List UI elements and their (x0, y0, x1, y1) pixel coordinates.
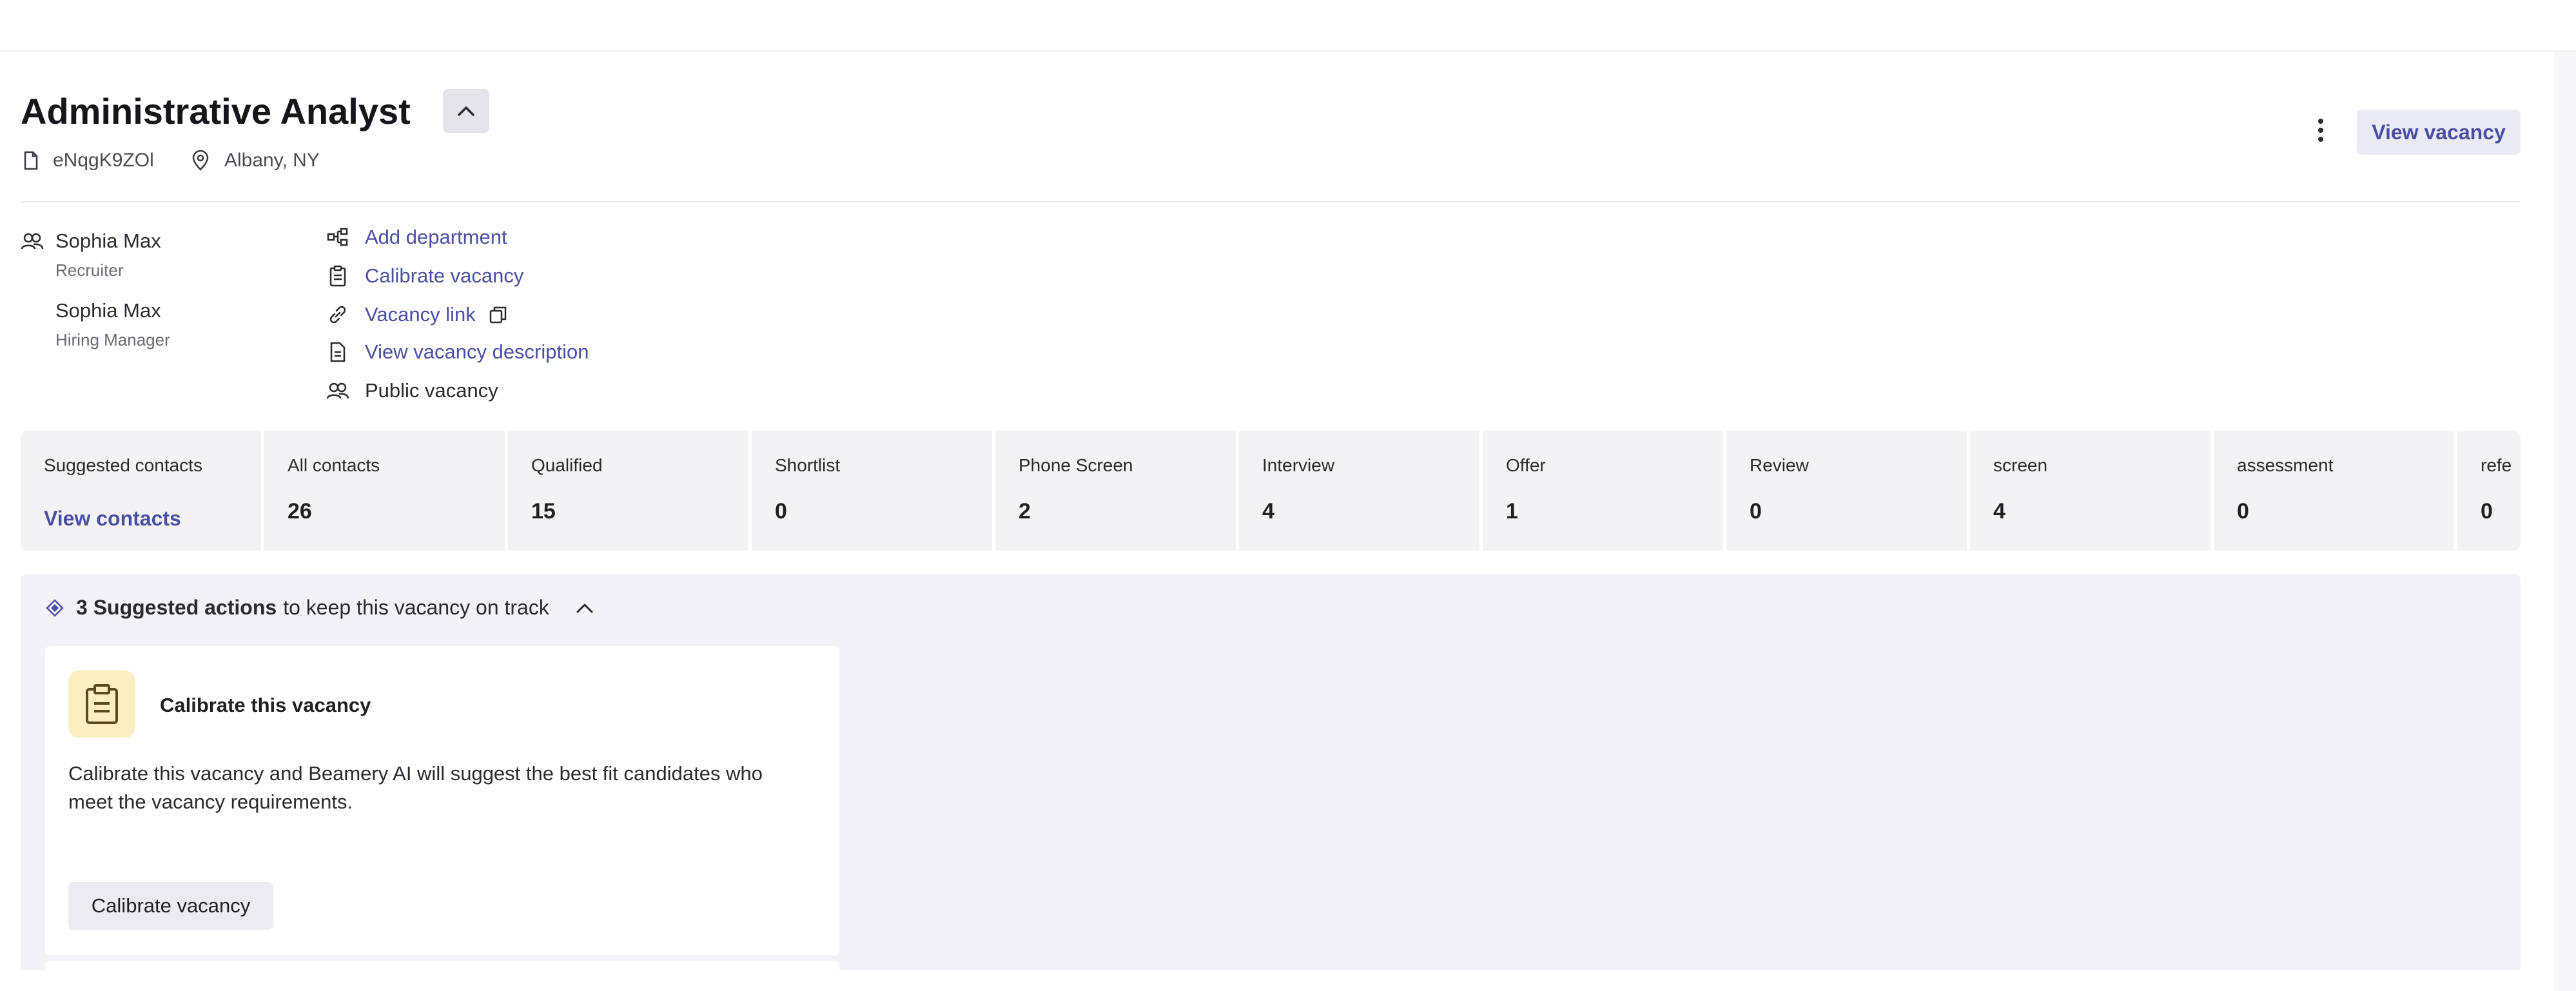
stage-count: 4 (1262, 499, 1274, 524)
chevron-up-icon[interactable] (575, 602, 594, 614)
dot (2318, 119, 2323, 124)
stage-label: Review (1750, 455, 1809, 475)
vacancy-link[interactable]: Vacancy link (326, 303, 508, 326)
next-action-card (45, 961, 839, 970)
suggested-actions-suffix: to keep this vacancy on track (283, 596, 549, 619)
stage-count: 2 (1019, 499, 1031, 524)
stage-label: Qualified (531, 455, 603, 475)
view-description-link[interactable]: View vacancy description (326, 340, 589, 364)
dot (2318, 137, 2323, 142)
top-bar (0, 0, 2576, 52)
pipeline-stages: Suggested contacts View contacts All con… (21, 431, 2521, 551)
stage-label: Suggested contacts (44, 455, 202, 475)
stage-screen[interactable]: screen 4 (1970, 431, 2214, 551)
stage-reference[interactable]: refe 0 (2457, 431, 2521, 551)
copy-icon[interactable] (489, 305, 508, 324)
stage-review[interactable]: Review 0 (1726, 431, 1970, 551)
sparkle-icon (46, 598, 64, 617)
stage-label: refe (2481, 455, 2512, 475)
stage-assessment[interactable]: assessment 0 (2214, 431, 2457, 551)
users-icon (326, 379, 349, 402)
card-description: Calibrate this vacancy and Beamery AI wi… (68, 762, 763, 813)
card-title: Calibrate this vacancy (160, 694, 371, 716)
add-department-link[interactable]: Add department (326, 226, 507, 249)
suggested-actions-count: 3 Suggested actions (76, 596, 277, 619)
stage-label: Interview (1262, 455, 1335, 475)
view-description-label: View vacancy description (365, 340, 589, 363)
location-text: Albany, NY (224, 150, 320, 171)
link-icon (326, 303, 349, 326)
chevron-up-icon (458, 106, 474, 116)
collapse-header-button[interactable] (443, 89, 489, 133)
calibrate-vacancy-button[interactable]: Calibrate vacancy (68, 882, 273, 930)
stage-offer[interactable]: Offer 1 (1483, 431, 1726, 551)
stage-label: Offer (1506, 455, 1546, 475)
org-chart-icon (326, 226, 349, 249)
view-contacts-link[interactable]: View contacts (44, 507, 181, 531)
stage-label: All contacts (288, 455, 380, 475)
stage-count: 0 (775, 499, 787, 524)
view-vacancy-button[interactable]: View vacancy (2357, 110, 2521, 155)
stage-shortlist[interactable]: Shortlist 0 (752, 431, 995, 551)
calibrate-vacancy-link[interactable]: Calibrate vacancy (326, 264, 523, 288)
page-scrollbar-track[interactable] (2554, 52, 2576, 991)
page-title: Administrative Analyst (21, 91, 411, 132)
stage-label: Phone Screen (1019, 455, 1133, 475)
stage-count: 1 (1506, 499, 1518, 524)
stage-phone-screen[interactable]: Phone Screen 2 (995, 431, 1239, 551)
hiring-manager-role: Hiring Manager (55, 330, 170, 349)
file-text-icon (326, 340, 349, 364)
hiring-manager-name: Sophia Max (55, 299, 161, 322)
public-vacancy-label: Public vacancy (365, 379, 498, 402)
calibrate-vacancy-card: Calibrate this vacancy Calibrate this va… (45, 646, 839, 956)
divider (21, 201, 2521, 202)
stage-count: 0 (1750, 499, 1762, 524)
clipboard-icon (68, 671, 135, 738)
stage-interview[interactable]: Interview 4 (1239, 431, 1483, 551)
public-vacancy: Public vacancy (326, 379, 498, 402)
suggested-actions-panel: 3 Suggested actions to keep this vacancy… (21, 574, 2521, 970)
vacancy-location: Albany, NY (191, 150, 320, 172)
stage-count: 15 (531, 499, 556, 524)
location-pin-icon (192, 150, 209, 171)
stage-label: screen (1993, 455, 2048, 475)
clipboard-icon (326, 264, 349, 288)
vacancy-id-text: eNqgK9ZOl (53, 150, 154, 171)
stage-count: 0 (2481, 499, 2493, 524)
document-icon (24, 151, 38, 170)
stage-qualified[interactable]: Qualified 15 (508, 431, 752, 551)
stage-label: assessment (2237, 455, 2334, 475)
users-icon (21, 233, 44, 250)
add-department-label: Add department (365, 226, 507, 248)
vacancy-link-label: Vacancy link (365, 303, 476, 326)
calibrate-vacancy-label: Calibrate vacancy (365, 264, 524, 287)
stage-suggested-contacts[interactable]: Suggested contacts View contacts (21, 431, 264, 551)
recruiter-name: Sophia Max (55, 230, 161, 252)
vacancy-id: eNqgK9ZOl (23, 150, 154, 172)
suggested-actions-header[interactable]: 3 Suggested actions to keep this vacancy… (45, 596, 594, 620)
stage-count: 26 (288, 499, 312, 524)
more-options-button[interactable] (2308, 116, 2334, 144)
stage-all-contacts[interactable]: All contacts 26 (264, 431, 508, 551)
dot (2318, 128, 2323, 133)
stage-label: Shortlist (775, 455, 841, 475)
stage-count: 0 (2237, 499, 2249, 524)
stage-count: 4 (1993, 499, 2005, 524)
recruiter-role: Recruiter (55, 260, 124, 280)
